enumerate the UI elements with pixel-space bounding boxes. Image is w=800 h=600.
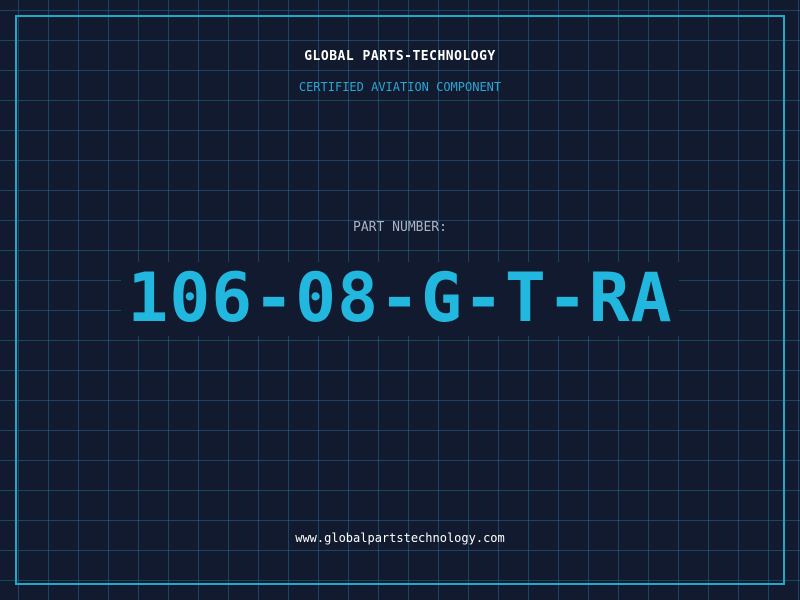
- company-name: GLOBAL PARTS-TECHNOLOGY: [304, 49, 496, 64]
- certification-tagline: CERTIFIED AVIATION COMPONENT: [298, 80, 502, 94]
- website-url: www.globalpartstechnology.com: [295, 531, 505, 545]
- part-number-container: 106-08-G-T-RA: [0, 262, 800, 336]
- part-number-label: PART NUMBER:: [353, 220, 447, 235]
- part-number-value: 106-08-G-T-RA: [121, 262, 679, 336]
